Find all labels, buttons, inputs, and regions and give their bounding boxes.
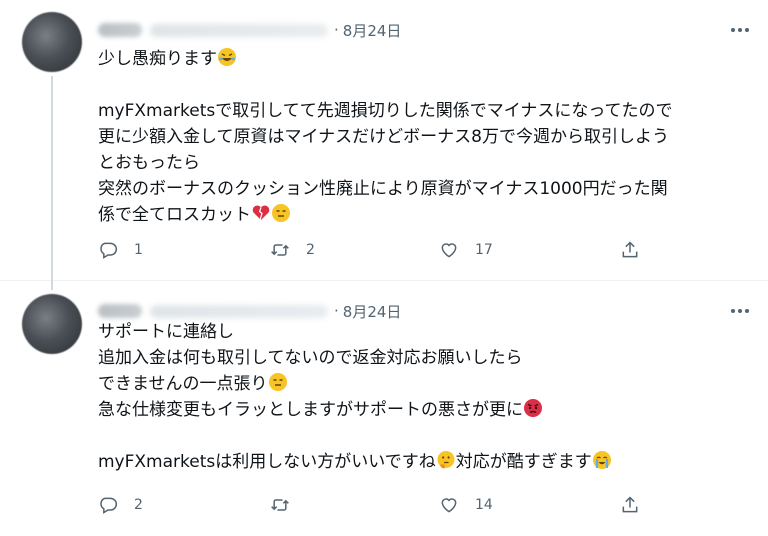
- retweet-count: [306, 497, 310, 513]
- tweet-line: myFXmarketsで取引してて先週損切りした関係でマイナスになってたので: [98, 101, 673, 121]
- tweet-line: サポートに連絡し: [98, 322, 234, 342]
- thinking-face-emoji: [436, 450, 456, 470]
- retweet-icon: [271, 244, 289, 256]
- tweet-line: 急な仕様変更もイラッとしますがサポートの悪さが更に: [98, 397, 748, 423]
- more-icon[interactable]: [730, 301, 750, 321]
- separator-dot: ·: [334, 302, 339, 320]
- tweet[interactable]: · 8月24日 少し愚痴ります myFXmarketsで取引してて先週損切りした…: [0, 0, 768, 290]
- tweet-actions: 1 2 17: [98, 240, 658, 270]
- share-icon: [622, 241, 638, 258]
- share-icon: [622, 496, 638, 513]
- avatar[interactable]: [22, 12, 82, 72]
- tweet-line: 更に少額入金して原資はマイナスだけどボーナス8万で今週から取引しよう: [98, 127, 669, 147]
- heart-icon: [441, 243, 457, 258]
- tweet-header: · 8月24日: [98, 17, 401, 43]
- reply-count: 1: [134, 242, 143, 258]
- tweet-line: 突然のボーナスのクッション性廃止により原資がマイナス1000円だった関: [98, 179, 668, 199]
- reply-button[interactable]: 2: [98, 495, 143, 515]
- like-button[interactable]: 17: [439, 240, 493, 260]
- reply-icon: [100, 242, 118, 259]
- reply-count: 2: [134, 497, 143, 513]
- expressionless-face-emoji: [268, 372, 288, 392]
- like-count: 17: [475, 242, 493, 258]
- tweet-line: とおもったら: [98, 153, 200, 173]
- username-redacted[interactable]: [150, 23, 328, 37]
- like-count: 14: [475, 497, 493, 513]
- crying-face-emoji: [592, 450, 612, 470]
- tweet-text: 少し愚痴ります myFXmarketsで取引してて先週損切りした関係でマイナスに…: [98, 46, 748, 228]
- expressionless-face-emoji: [271, 203, 291, 223]
- thread-line: [51, 76, 53, 290]
- separator-dot: ·: [334, 21, 339, 39]
- display-name-redacted[interactable]: [98, 304, 142, 318]
- tweet-actions: 2 14: [98, 495, 658, 525]
- tweet[interactable]: · 8月24日 サポートに連絡し 追加入金は何も取引してないので返金対応お願いした…: [0, 281, 768, 536]
- retweet-count: 2: [306, 242, 315, 258]
- reply-button[interactable]: 1: [98, 240, 143, 260]
- heart-icon: [441, 498, 457, 513]
- tweet-line: できませんの一点張り: [98, 371, 748, 397]
- retweet-button[interactable]: 2: [270, 240, 315, 260]
- more-icon[interactable]: [730, 20, 750, 40]
- tweet-line: [98, 423, 748, 449]
- share-button[interactable]: [620, 495, 640, 515]
- like-button[interactable]: 14: [439, 495, 493, 515]
- tweet-line: 追加入金は何も取引してないので返金対応お願いしたら: [98, 348, 523, 368]
- tweet-line: [98, 72, 748, 98]
- angry-face-emoji: [523, 398, 543, 418]
- tweet-text: サポートに連絡し追加入金は何も取引してないので返金対応お願いしたらできませんの一…: [98, 319, 748, 475]
- avatar[interactable]: [22, 294, 82, 354]
- tweet-line: myFXmarketsは利用しない方がいいですね 対応が酷すぎます: [98, 449, 748, 475]
- display-name-redacted[interactable]: [98, 23, 142, 37]
- retweet-button[interactable]: [270, 495, 310, 515]
- tweet-line: 少し愚痴ります: [98, 46, 748, 72]
- username-redacted[interactable]: [150, 304, 328, 318]
- broken-heart-emoji: [251, 203, 271, 223]
- retweet-icon: [271, 499, 289, 511]
- tweet-date[interactable]: 8月24日: [343, 20, 402, 41]
- reply-icon: [100, 497, 118, 514]
- share-button[interactable]: [620, 240, 640, 260]
- tweet-line: 係で全てロスカット: [98, 202, 748, 228]
- rolling-laughing-emoji: [217, 47, 237, 67]
